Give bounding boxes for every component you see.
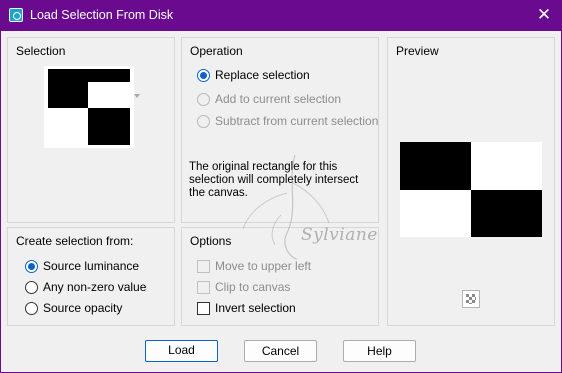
radio-source-opacity-label: Source opacity: [43, 301, 123, 315]
close-button[interactable]: ✕: [530, 3, 558, 27]
help-button[interactable]: Help: [343, 340, 416, 362]
preview-image: [400, 142, 542, 237]
radio-source-luminance-label: Source luminance: [43, 259, 140, 273]
checkbox-clip-to-canvas-label: Clip to canvas: [215, 280, 291, 294]
radio-source-luminance-dot[interactable]: [25, 260, 38, 273]
checkbox-clip-to-canvas-box[interactable]: [197, 281, 210, 294]
selection-thumbnail[interactable]: [44, 66, 134, 148]
thumbnail-dropdown-icon[interactable]: [134, 94, 140, 99]
checkerboard-icon[interactable]: [462, 290, 480, 308]
radio-add-to-selection-dot[interactable]: [197, 93, 210, 106]
cancel-button[interactable]: Cancel: [244, 340, 317, 362]
preview-group: Preview: [387, 37, 555, 326]
checkbox-invert-selection-label: Invert selection: [215, 301, 296, 315]
radio-any-non-zero-value-label: Any non-zero value: [43, 280, 147, 294]
app-icon: [9, 8, 23, 22]
title-bar[interactable]: Load Selection From Disk ✕: [0, 0, 562, 31]
load-button[interactable]: Load: [145, 340, 218, 362]
checkerboard-glyph: [466, 294, 476, 304]
create-from-group-title: Create selection from:: [16, 234, 134, 248]
window-title: Load Selection From Disk: [30, 8, 174, 22]
radio-source-opacity-dot[interactable]: [25, 302, 38, 315]
radio-subtract-from-selection-label: Subtract from current selection: [215, 114, 379, 128]
checkbox-invert-selection-box[interactable]: [197, 302, 210, 315]
radio-replace-selection-label: Replace selection: [215, 68, 310, 82]
radio-subtract-from-selection-dot[interactable]: [197, 115, 210, 128]
checkbox-move-to-upper-left-box[interactable]: [197, 260, 210, 273]
watermark-signature: Sylviane: [301, 225, 378, 245]
operation-group-title: Operation: [190, 44, 243, 58]
selection-thumbnail-image: [44, 66, 134, 148]
watermark-flourish: [242, 154, 330, 260]
create-from-group: Create selection from: Source luminance …: [7, 227, 175, 326]
radio-replace-selection-dot[interactable]: [197, 69, 210, 82]
radio-add-to-selection-label: Add to current selection: [215, 92, 342, 106]
radio-any-non-zero-value-dot[interactable]: [25, 281, 38, 294]
preview-group-title: Preview: [396, 44, 439, 58]
selection-group-title: Selection: [16, 44, 66, 58]
dialog-body: Selection Operation Replace selection Ad…: [1, 31, 561, 372]
options-group-title: Options: [190, 234, 232, 248]
selection-group: Selection: [7, 37, 175, 223]
